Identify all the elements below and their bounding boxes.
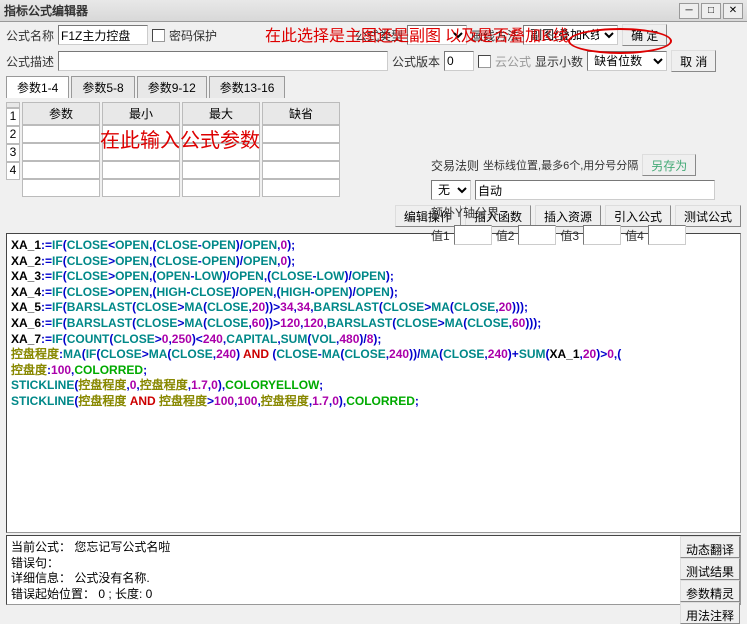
- val2-label: 值2: [496, 227, 515, 244]
- param-head: 参数: [22, 102, 100, 125]
- param-cell[interactable]: [262, 143, 340, 161]
- param-cell[interactable]: [22, 125, 100, 143]
- param-cell[interactable]: [182, 179, 260, 197]
- param-head: 最小: [102, 102, 180, 125]
- pwd-label: 密码保护: [169, 27, 217, 44]
- tab-3[interactable]: 参数13-16: [209, 76, 286, 98]
- side-btn[interactable]: 动态翻译: [680, 536, 740, 558]
- row-desc: 公式描述 公式版本 云公式 显示小数 缺省位数 取 消: [0, 48, 747, 74]
- titlebar: 指标公式编辑器 ─ □ ✕: [0, 0, 747, 22]
- status-line: 详细信息： 公式没有名称.: [11, 571, 736, 587]
- param-cell[interactable]: [182, 125, 260, 143]
- window-title: 指标公式编辑器: [4, 2, 679, 19]
- val3-input[interactable]: [583, 225, 621, 245]
- row-name: 公式名称 密码保护 公式类型 画线方法 副图(叠加K线) 确 定: [0, 22, 747, 48]
- param-area: 参数1-4参数5-8参数9-12参数13-16 1234参数最小最大缺省 在此输…: [0, 74, 747, 201]
- status-line: 当前公式： 您忘记写公式名啦: [11, 540, 736, 556]
- close-button[interactable]: ✕: [723, 3, 743, 19]
- none-select[interactable]: 无: [431, 180, 471, 200]
- dec-select[interactable]: 缺省位数: [587, 51, 667, 71]
- val4-label: 值4: [625, 227, 644, 244]
- draw-label: 画线方法: [471, 27, 519, 44]
- param-head: 缺省: [262, 102, 340, 125]
- status-panel: 当前公式： 您忘记写公式名啦 错误句： 详细信息： 公式没有名称. 错误起始位置…: [6, 535, 741, 605]
- val1-label: 值1: [431, 227, 450, 244]
- desc-input[interactable]: [58, 51, 388, 71]
- type-label: 公式类型: [355, 27, 403, 44]
- tab-2[interactable]: 参数9-12: [137, 76, 207, 98]
- val2-input[interactable]: [518, 225, 556, 245]
- val3-label: 值3: [560, 227, 579, 244]
- param-cell[interactable]: [22, 161, 100, 179]
- name-label: 公式名称: [6, 27, 54, 44]
- cancel-button[interactable]: 取 消: [671, 50, 716, 72]
- name-input[interactable]: [58, 25, 148, 45]
- version-input[interactable]: [444, 51, 474, 71]
- tab-0[interactable]: 参数1-4: [6, 76, 69, 98]
- draw-select[interactable]: 副图(叠加K线): [523, 25, 618, 45]
- status-line: 错误起始位置： 0 ; 长度: 0: [11, 587, 736, 603]
- version-label: 公式版本: [392, 53, 440, 70]
- val4-input[interactable]: [648, 225, 686, 245]
- dec-label: 显示小数: [535, 53, 583, 70]
- param-cell[interactable]: [102, 179, 180, 197]
- side-buttons: 动态翻译测试结果参数精灵用法注释: [680, 536, 740, 624]
- rule-note: 坐标线位置,最多6个,用分号分隔: [483, 157, 638, 173]
- maximize-button[interactable]: □: [701, 3, 721, 19]
- param-cell[interactable]: [262, 161, 340, 179]
- param-cell[interactable]: [102, 125, 180, 143]
- param-row-num: 3: [6, 144, 20, 162]
- side-btn[interactable]: 参数精灵: [680, 580, 740, 602]
- param-head: 最大: [182, 102, 260, 125]
- code-editor[interactable]: XA_1:=IF(CLOSE<OPEN,(CLOSE-OPEN)/OPEN,0)…: [6, 233, 741, 533]
- minimize-button[interactable]: ─: [679, 3, 699, 19]
- param-row-num: 2: [6, 126, 20, 144]
- param-row-num: 1: [6, 108, 20, 126]
- status-line: 错误句：: [11, 556, 736, 572]
- param-cell[interactable]: [102, 143, 180, 161]
- cloud-checkbox[interactable]: [478, 55, 491, 68]
- ok-button[interactable]: 确 定: [622, 24, 667, 46]
- rule-label: 交易法则: [431, 157, 479, 174]
- side-btn[interactable]: 测试结果: [680, 558, 740, 580]
- param-cell[interactable]: [22, 179, 100, 197]
- param-row-num: 4: [6, 162, 20, 180]
- param-cell[interactable]: [102, 161, 180, 179]
- param-tabs: 参数1-4参数5-8参数9-12参数13-16: [0, 74, 747, 98]
- param-cell[interactable]: [182, 143, 260, 161]
- param-cell[interactable]: [182, 161, 260, 179]
- cloud-label: 云公式: [495, 53, 531, 70]
- val1-input[interactable]: [454, 225, 492, 245]
- right-panel: 交易法则 坐标线位置,最多6个,用分号分隔 另存为 无 额外Y轴分界 值1 值2…: [431, 154, 741, 249]
- desc-label: 公式描述: [6, 53, 54, 70]
- saveas-button[interactable]: 另存为: [642, 154, 696, 176]
- pwd-checkbox[interactable]: [152, 29, 165, 42]
- param-cell[interactable]: [262, 179, 340, 197]
- type-select[interactable]: [407, 25, 467, 45]
- param-cell[interactable]: [262, 125, 340, 143]
- side-btn[interactable]: 用法注释: [680, 602, 740, 624]
- extray-label: 额外Y轴分界: [431, 204, 499, 221]
- tab-1[interactable]: 参数5-8: [71, 76, 134, 98]
- param-cell[interactable]: [22, 143, 100, 161]
- auto-input[interactable]: [475, 180, 715, 200]
